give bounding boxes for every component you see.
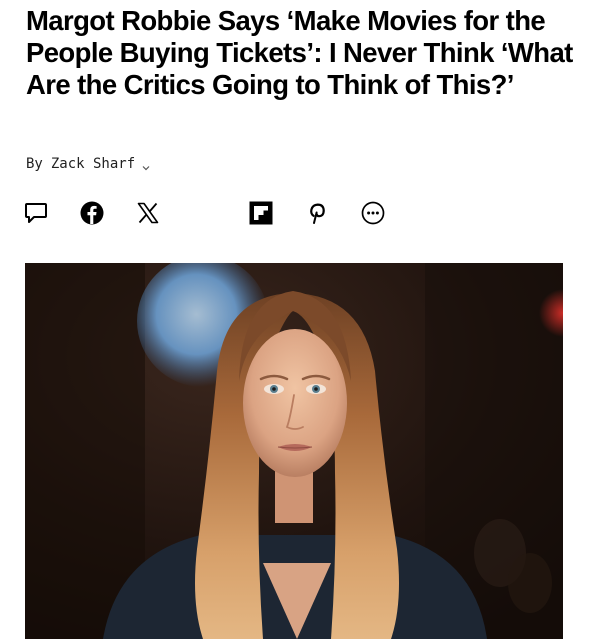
share-bar — [0, 195, 611, 233]
headline: Margot Robbie Says ‘Make Movies for the … — [26, 5, 573, 100]
speech-bubble-icon — [23, 200, 49, 229]
author-link[interactable]: Zack Sharf — [51, 156, 135, 172]
more-options-button[interactable] — [359, 200, 387, 228]
pinterest-icon — [304, 200, 330, 229]
pinterest-share-button[interactable] — [303, 200, 331, 228]
facebook-share-button[interactable] — [78, 200, 106, 228]
portrait-illustration — [25, 263, 563, 639]
byline: By Zack Sharf — [26, 153, 150, 175]
byline-prefix: By — [26, 156, 43, 172]
x-icon — [135, 200, 161, 229]
more-options-icon — [360, 200, 386, 229]
comments-button[interactable] — [22, 200, 50, 228]
flipboard-share-button[interactable] — [247, 200, 275, 228]
chevron-down-icon[interactable] — [142, 160, 150, 171]
flipboard-icon — [248, 200, 274, 229]
hero-photo[interactable] — [25, 263, 563, 639]
x-share-button[interactable] — [134, 200, 162, 228]
facebook-icon — [79, 200, 105, 229]
article: Margot Robbie Says ‘Make Movies for the … — [0, 0, 611, 639]
